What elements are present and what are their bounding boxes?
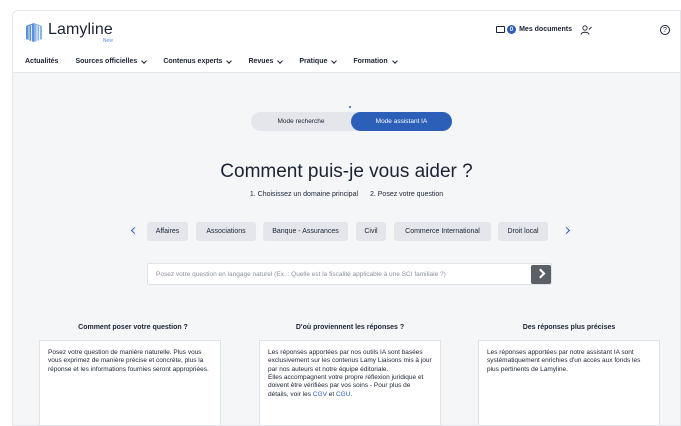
domain-chip-banque-assurances[interactable]: Banque - Assurances	[263, 222, 348, 241]
nav-label: Pratique	[299, 58, 328, 65]
info-end: .	[350, 390, 353, 398]
nav-label: Formation	[353, 58, 388, 65]
chevron-down-icon	[141, 57, 148, 64]
domain-chip-commerce-international[interactable]: Commerce International	[394, 222, 491, 241]
chevron-left-icon[interactable]	[130, 227, 138, 235]
nav-label: Contenus experts	[163, 58, 223, 65]
info-box-how: Posez votre question de manière naturell…	[39, 340, 221, 425]
send-button[interactable]	[531, 265, 551, 284]
step-1: 1. Choisissez un domaine principal	[249, 191, 359, 198]
chevron-down-icon	[331, 57, 338, 64]
cgu-link[interactable]: CGU	[336, 391, 350, 398]
chevron-down-icon	[277, 57, 284, 64]
nav-actualites[interactable]: Actualités	[25, 58, 58, 65]
my-documents-button[interactable]: 0 Mes documents	[496, 25, 572, 34]
nav-pratique[interactable]: Pratique	[299, 57, 338, 65]
nav-label: Sources officielles	[75, 58, 138, 65]
chevron-down-icon	[226, 57, 233, 64]
info-title-how: Comment poser votre question ?	[78, 324, 188, 331]
mode-indicator-dot	[349, 106, 351, 108]
lamyline-logo-icon	[26, 23, 42, 42]
brand-sub: New	[102, 38, 113, 44]
my-documents-label: Mes documents	[519, 26, 572, 33]
chevron-right-icon[interactable]	[564, 227, 572, 235]
nav-label: Actualités	[25, 58, 59, 65]
app-window: Lamyline New 0 Mes documents ? Actualité…	[12, 10, 681, 426]
mode-toggle: Mode recherche Mode assistant IA	[251, 112, 452, 131]
brand-logo[interactable]: Lamyline New	[25, 22, 113, 44]
info-box-precise: Les réponses apportées par notre assista…	[478, 340, 660, 425]
documents-count-badge: 0	[507, 25, 517, 34]
nav-formation[interactable]: Formation	[353, 57, 398, 65]
nav-sources-officielles[interactable]: Sources officielles	[75, 57, 148, 65]
cgv-link[interactable]: CGV	[313, 391, 327, 398]
brand-name: Lamyline	[48, 21, 113, 38]
steps-line: 1. Choisissez un domaine principal 2. Po…	[13, 191, 680, 198]
main-nav: Actualités Sources officielles Contenus …	[13, 51, 680, 73]
question-box	[147, 263, 552, 285]
nav-contenus-experts[interactable]: Contenus experts	[163, 57, 233, 65]
info-title-precise: Des réponses plus précises	[522, 324, 616, 331]
user-add-icon[interactable]	[580, 25, 592, 35]
domain-chip-civil[interactable]: Civil	[356, 222, 386, 241]
info-text-source-2: Elles accompagnent votre propre réflexio…	[268, 374, 432, 399]
info-text-precise: Les réponses apportées par notre assista…	[487, 349, 641, 373]
mode-assistant-button[interactable]: Mode assistant IA	[351, 112, 452, 131]
folder-icon	[496, 26, 506, 33]
mode-search-button[interactable]: Mode recherche	[251, 112, 351, 131]
top-bar: Lamyline New 0 Mes documents ?	[13, 11, 680, 51]
page-title: Comment puis-je vous aider ?	[220, 161, 473, 182]
question-input[interactable]	[156, 270, 526, 278]
info-text-how: Posez votre question de manière naturell…	[48, 349, 209, 373]
domain-chip-affaires[interactable]: Affaires	[147, 222, 188, 241]
domain-chip-associations[interactable]: Associations	[196, 222, 256, 241]
info-title-source: D'où proviennent les réponses ?	[295, 324, 405, 331]
info-text-source-1: Les réponses apportées par nos outils IA…	[268, 349, 432, 373]
step-2: 2. Posez votre question	[369, 191, 444, 198]
nav-label: Revues	[248, 58, 274, 65]
info-and: et	[328, 390, 335, 398]
nav-revues[interactable]: Revues	[248, 57, 284, 65]
help-icon[interactable]: ?	[660, 25, 670, 35]
domain-chip-droit-local[interactable]: Droit local	[498, 222, 548, 241]
info-box-source: Les réponses apportées par nos outils IA…	[259, 340, 441, 425]
chevron-down-icon	[391, 57, 398, 64]
